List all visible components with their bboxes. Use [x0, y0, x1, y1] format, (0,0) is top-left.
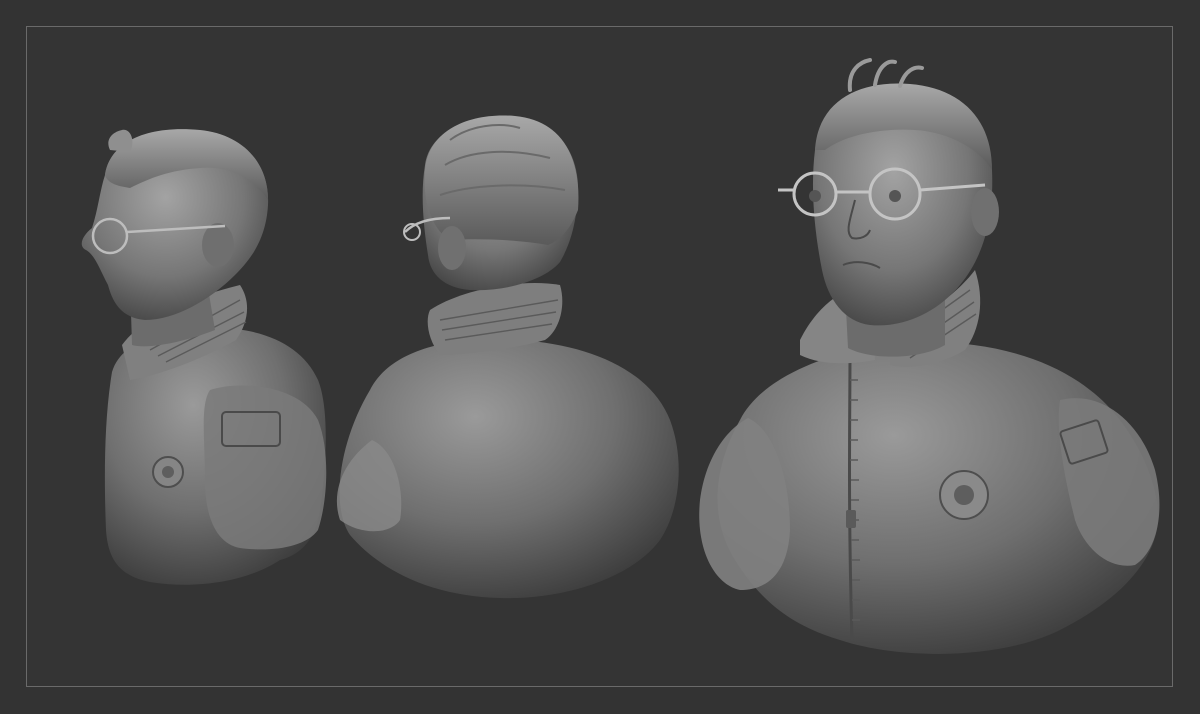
bust-side-view — [81, 129, 327, 585]
bust-back-view — [336, 115, 679, 599]
sculpt-render-scene — [81, 58, 1160, 654]
bust-front-view — [699, 58, 1160, 654]
render-page — [0, 0, 1200, 714]
